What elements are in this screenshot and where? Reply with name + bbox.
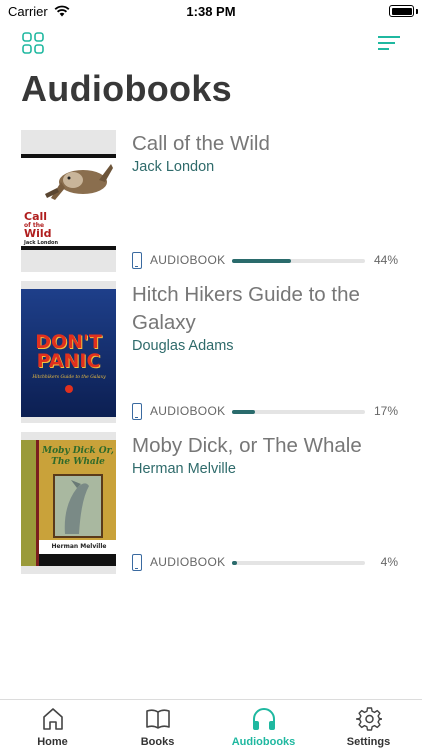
- progress-bar: [232, 410, 365, 414]
- gear-icon: [356, 707, 382, 731]
- book-info: Call of the Wild Jack London AUDIOBOOK 4…: [132, 130, 402, 272]
- wolf-illustration: [45, 164, 113, 200]
- home-icon: [43, 708, 63, 730]
- tab-settings[interactable]: Settings: [316, 700, 421, 750]
- format-label: AUDIOBOOK: [150, 555, 226, 569]
- book-info: Moby Dick, or The Whale Herman Melville …: [132, 432, 402, 574]
- book-author[interactable]: Herman Melville: [132, 461, 402, 477]
- list-item[interactable]: Call of the Wild Jack London Call of the…: [0, 130, 422, 275]
- book-title: Hitch Hikers Guide to the Galaxy: [132, 283, 360, 334]
- cover-title-line: PANIC: [36, 350, 101, 372]
- book-cover: Moby Dick Or, The Whale Herman Melville: [21, 432, 116, 574]
- progress-fill: [232, 561, 238, 565]
- cover-title-line: Wild: [24, 227, 52, 240]
- cover-emblem: [65, 385, 73, 393]
- cover-author: Herman Melville: [39, 540, 116, 554]
- page-title: Audiobooks: [21, 68, 232, 109]
- filter-list-icon[interactable]: [378, 35, 400, 51]
- progress-percent: 44%: [373, 253, 398, 267]
- device-icon: [132, 403, 142, 420]
- book-meta: AUDIOBOOK 44%: [132, 252, 398, 270]
- tab-bar: Home Books Audiobooks Settings: [0, 699, 422, 750]
- book-title: Moby Dick, or The Whale: [132, 434, 362, 457]
- headphones-icon: [253, 708, 275, 730]
- book-title: Call of the Wild: [132, 132, 270, 155]
- grid-icon[interactable]: [22, 32, 44, 54]
- tab-label: Books: [140, 736, 175, 748]
- tab-books[interactable]: Books: [105, 700, 210, 750]
- list-item[interactable]: Moby Dick Or, The Whale Herman Melville …: [0, 432, 422, 577]
- book-cover: Call of the Wild Jack London: [21, 130, 116, 272]
- tab-label: Audiobooks: [231, 736, 296, 748]
- book-author[interactable]: Douglas Adams: [132, 338, 402, 354]
- cover-title-line: Call: [24, 210, 48, 223]
- tab-label: Settings: [346, 736, 391, 748]
- book-cover: DON'T PANIC Hitchhikers Guide to the Gal…: [21, 281, 116, 423]
- book-icon: [146, 709, 170, 729]
- status-bar: Carrier 1:38 PM: [0, 0, 422, 24]
- book-meta: AUDIOBOOK 4%: [132, 554, 398, 572]
- whale-illustration: [53, 474, 103, 538]
- device-icon: [132, 252, 142, 269]
- book-author[interactable]: Jack London: [132, 159, 402, 175]
- tab-label: Home: [37, 736, 68, 748]
- progress-fill: [232, 259, 291, 263]
- cover-title-line: Moby Dick Or,: [42, 446, 114, 456]
- cover-author: Jack London: [24, 240, 59, 246]
- format-label: AUDIOBOOK: [150, 404, 226, 418]
- battery-tip: [416, 9, 418, 14]
- list-item[interactable]: DON'T PANIC Hitchhikers Guide to the Gal…: [0, 281, 422, 426]
- progress-bar: [232, 259, 365, 263]
- cover-title-line: The Whale: [51, 457, 105, 467]
- tab-home[interactable]: Home: [0, 700, 105, 750]
- progress-bar: [232, 561, 365, 565]
- device-icon: [132, 554, 142, 571]
- progress-fill: [232, 410, 255, 414]
- progress-percent: 4%: [380, 555, 398, 569]
- battery-icon: [389, 5, 414, 17]
- book-info: Hitch Hikers Guide to the Galaxy Douglas…: [132, 281, 402, 423]
- format-label: AUDIOBOOK: [150, 253, 226, 267]
- progress-percent: 17%: [373, 404, 398, 418]
- book-meta: AUDIOBOOK 17%: [132, 403, 398, 421]
- status-time: 1:38 PM: [186, 4, 236, 19]
- tab-audiobooks[interactable]: Audiobooks: [211, 700, 316, 750]
- cover-subtitle: Hitchhikers Guide to the Galaxy: [32, 375, 106, 380]
